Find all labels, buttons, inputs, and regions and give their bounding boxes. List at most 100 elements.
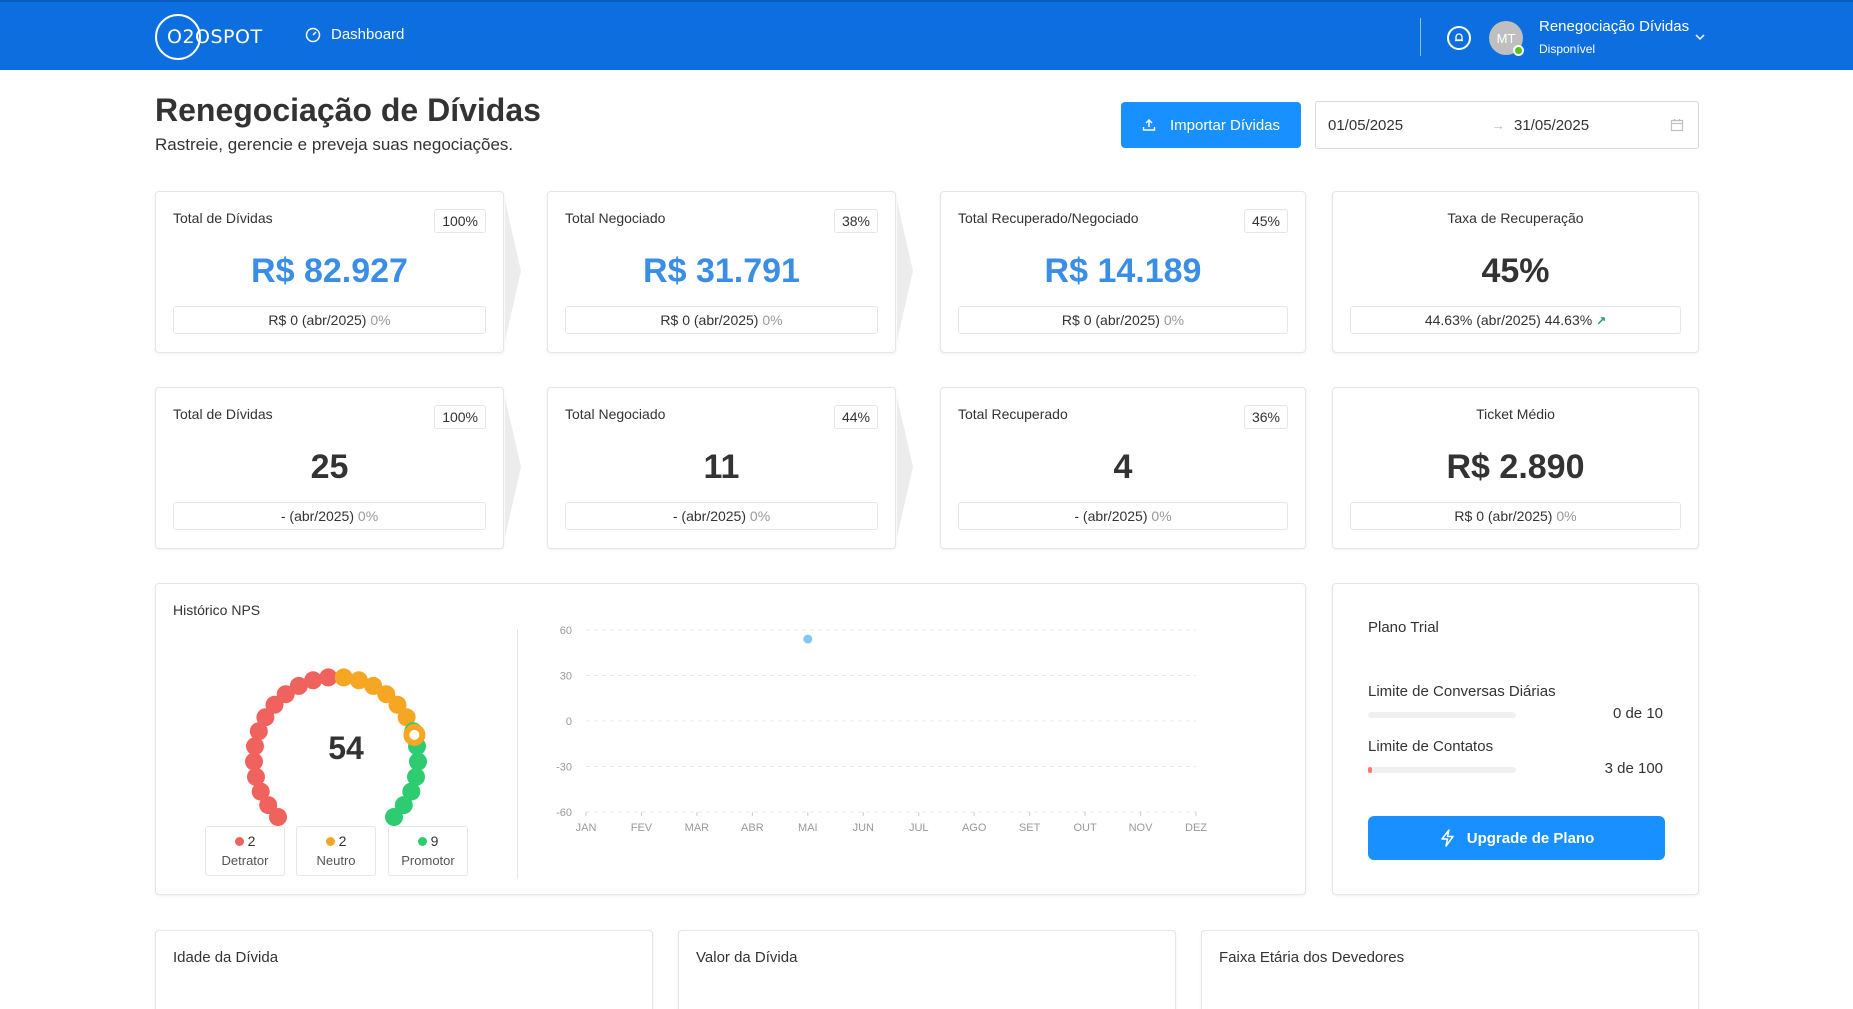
stat-comparison-delta: 0% xyxy=(749,508,771,524)
x-tick-label: MAI xyxy=(798,822,818,834)
calendar-icon[interactable] xyxy=(1670,118,1684,132)
stat-percent-badge: 36% xyxy=(1243,405,1288,429)
stat-comparison-delta: 0% xyxy=(370,312,391,328)
x-tick-label: AGO xyxy=(962,822,987,834)
stat-card-total-debts-count: Total de Dívidas 100% 25 - (abr/2025) 0% xyxy=(155,387,504,549)
stat-comparison-text: 44.63% (abr/2025) xyxy=(1424,312,1541,328)
detractor-count: 2 xyxy=(247,833,256,849)
dashboard-icon xyxy=(305,27,321,42)
nav-dashboard[interactable]: Dashboard xyxy=(305,26,404,43)
bell-icon xyxy=(1455,33,1463,42)
logo[interactable]: O2OSPOT xyxy=(155,14,262,60)
import-debts-button[interactable]: Importar Dívidas xyxy=(1121,102,1301,148)
x-tick-label: JUN xyxy=(853,822,874,834)
stat-comparison-delta: 0% xyxy=(1163,312,1185,328)
x-tick-label: NOV xyxy=(1129,822,1154,834)
stat-label: Total Recuperado xyxy=(958,406,1068,422)
contacts-limit-value: 3 de 100 xyxy=(1604,760,1663,777)
gauge-dot xyxy=(334,668,353,687)
stat-comparison-delta: 0% xyxy=(357,508,379,524)
nps-data-point[interactable] xyxy=(803,634,813,644)
debt-value-card: Valor da Dívida xyxy=(678,930,1176,1009)
nav-dashboard-label: Dashboard xyxy=(331,26,405,43)
notifications-button[interactable] xyxy=(1447,26,1471,50)
stat-card-total-debts-value: Total de Dívidas 100% R$ 82.927 R$ 0 (ab… xyxy=(155,191,504,353)
logo-text: O2OSPOT xyxy=(167,26,263,48)
stat-comparison: 44.63% (abr/2025) 44.63% ↗ xyxy=(1350,306,1681,334)
y-tick-label: -30 xyxy=(556,762,572,774)
y-tick-label: -60 xyxy=(556,807,572,819)
debtor-age-range-card: Faixa Etária dos Devedores xyxy=(1201,930,1699,1009)
gauge-dot xyxy=(385,808,403,826)
neutral-label: Neutro xyxy=(316,853,356,868)
stat-comparison-delta: 0% xyxy=(1151,508,1172,524)
x-tick-label: OUT xyxy=(1073,822,1097,834)
online-status-dot xyxy=(1513,45,1524,56)
x-tick-label: JUL xyxy=(909,822,929,834)
contacts-progress xyxy=(1368,767,1516,773)
stat-value: 45% xyxy=(1481,252,1550,290)
conversations-limit-label: Limite de Conversas Diárias xyxy=(1368,683,1556,700)
debtor-age-range-title: Faixa Etária dos Devedores xyxy=(1219,949,1405,966)
stat-card-total-recovered-value: Total Recuperado/Negociado 45% R$ 14.189… xyxy=(940,191,1306,353)
contacts-progress-fill xyxy=(1368,767,1373,773)
neutral-dot xyxy=(325,837,335,846)
stat-comparison-text: - (abr/2025) xyxy=(672,508,747,524)
x-tick-label: MAR xyxy=(685,822,710,834)
chevron-down-icon[interactable] xyxy=(1693,30,1707,44)
x-tick-label: SET xyxy=(1019,822,1041,834)
gauge-dot xyxy=(246,737,264,756)
date-to-input[interactable]: 31/05/2025 xyxy=(1514,117,1589,134)
x-tick-label: ABR xyxy=(741,822,764,834)
gauge-dot xyxy=(245,752,263,771)
stat-label: Total de Dívidas xyxy=(173,210,273,226)
gauge-marker-inner xyxy=(409,729,420,740)
y-tick-label: 30 xyxy=(560,671,572,683)
promoter-dot xyxy=(417,837,427,846)
upgrade-plan-button[interactable]: Upgrade de Plano xyxy=(1368,816,1665,860)
stat-comparison-text: R$ 0 (abr/2025) xyxy=(268,312,367,328)
stat-comparison: R$ 0 (abr/2025) 0% xyxy=(173,306,486,334)
stat-percent-badge: 100% xyxy=(434,209,486,233)
stat-percent-badge: 100% xyxy=(434,405,486,429)
stat-comparison-delta: 0% xyxy=(1556,508,1577,524)
page-title: Renegociação de Dívidas xyxy=(155,92,541,128)
gauge-dot xyxy=(409,752,427,771)
stat-value: R$ 2.890 xyxy=(1446,448,1585,486)
funnel-arrow-icon xyxy=(505,201,521,341)
date-range-picker[interactable]: 01/05/2025 → 31/05/2025 xyxy=(1315,101,1699,149)
stat-label: Total Negociado xyxy=(565,210,666,226)
gauge-dot xyxy=(304,671,323,690)
stat-comparison-text: R$ 0 (abr/2025) xyxy=(1061,312,1160,328)
date-from-input[interactable]: 01/05/2025 xyxy=(1328,117,1403,134)
page-subtitle: Rastreie, gerencie e preveja suas negoci… xyxy=(155,135,514,154)
stat-comparison: R$ 0 (abr/2025) 0% xyxy=(958,306,1288,334)
lightning-icon xyxy=(1440,829,1454,847)
plan-title: Plano Trial xyxy=(1368,619,1439,636)
nps-title: Histórico NPS xyxy=(173,602,261,618)
legend-promoter: 9 Promotor xyxy=(388,826,468,876)
upgrade-plan-label: Upgrade de Plano xyxy=(1466,829,1595,847)
gauge-dot xyxy=(319,668,338,687)
stat-card-total-negotiated-value: Total Negociado 38% R$ 31.791 R$ 0 (abr/… xyxy=(547,191,896,353)
stat-card-total-negotiated-count: Total Negociado 44% 11 - (abr/2025) 0% xyxy=(547,387,896,549)
user-name[interactable]: Renegociação Dívidas xyxy=(1539,18,1689,35)
top-bar: O2OSPOT Dashboard MT Renegociação Dívida… xyxy=(0,0,1853,70)
logo-circle: O2OSPOT xyxy=(155,14,262,60)
upload-icon xyxy=(1142,119,1156,131)
legend-neutral: 2 Neutro xyxy=(296,826,376,876)
debt-value-title: Valor da Dívida xyxy=(696,949,798,966)
neutral-count: 2 xyxy=(338,833,347,849)
conversations-progress xyxy=(1368,712,1516,718)
stat-comparison: - (abr/2025) 0% xyxy=(565,502,878,530)
stat-percent-badge: 38% xyxy=(833,209,878,233)
x-tick-label: FEV xyxy=(631,822,653,834)
funnel-arrow-icon xyxy=(897,201,913,341)
avatar[interactable]: MT xyxy=(1489,21,1524,56)
stat-value: R$ 31.791 xyxy=(643,252,800,290)
stat-card-recovery-rate: Taxa de Recuperação 45% 44.63% (abr/2025… xyxy=(1332,191,1699,353)
gauge-dot xyxy=(247,767,265,786)
stat-comparison-text: R$ 0 (abr/2025) xyxy=(1454,508,1553,524)
contacts-limit-label: Limite de Contatos xyxy=(1368,738,1494,755)
legend-detractor: 2 Detrator xyxy=(205,826,285,876)
